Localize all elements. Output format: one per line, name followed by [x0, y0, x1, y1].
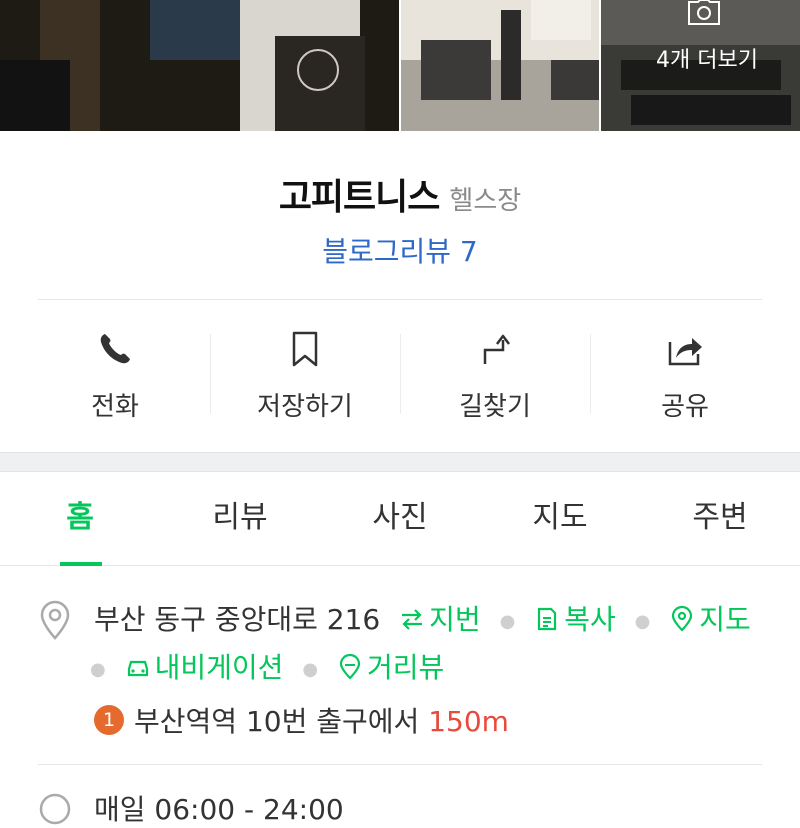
subway-distance: 150m [428, 705, 509, 738]
copy-button[interactable]: 복사 [525, 603, 624, 636]
streetview-icon [339, 654, 361, 680]
separator-dot: ● [634, 610, 651, 632]
map-button[interactable]: 지도 [660, 603, 751, 636]
address-links-row: ● 내비게이션 ● 거리뷰 [90, 646, 444, 686]
directions-label: 길찾기 [459, 392, 531, 422]
photo-strip[interactable]: 4개 더보기 [0, 0, 800, 131]
clock-icon [39, 793, 71, 825]
tab-map[interactable]: 지도 [480, 471, 640, 565]
photo-1[interactable] [0, 0, 399, 131]
separator-dot: ● [499, 610, 516, 632]
photo-2[interactable] [401, 0, 599, 131]
divider [38, 764, 762, 765]
call-label: 전화 [91, 392, 139, 422]
camera-icon [688, 0, 720, 25]
bookmark-icon [292, 331, 318, 367]
photo-3[interactable]: 4개 더보기 [601, 0, 800, 131]
tab-bar: 홈 리뷰 사진 지도 주변 [0, 471, 800, 566]
copy-icon [538, 607, 557, 631]
jibun-button[interactable]: 지번 [399, 603, 489, 636]
map-label: 지도 [699, 603, 751, 636]
separator-dot: ● [90, 658, 106, 680]
jibun-label: 지번 [429, 603, 481, 636]
place-category: 헬스장 [449, 186, 522, 216]
tab-reviews[interactable]: 리뷰 [160, 471, 320, 565]
tab-nearby[interactable]: 주변 [640, 471, 800, 565]
share-button[interactable]: 공유 [590, 300, 780, 450]
address-text: 부산 동구 중앙대로 216 [94, 603, 381, 636]
share-label: 공유 [661, 392, 709, 422]
directions-icon [483, 334, 510, 364]
directions-button[interactable]: 길찾기 [400, 300, 590, 450]
subway-station: 부산역역 [134, 705, 238, 738]
save-label: 저장하기 [257, 392, 353, 422]
tab-photos[interactable]: 사진 [320, 471, 480, 565]
photo-2-image [401, 0, 599, 131]
section-separator [0, 452, 800, 472]
map-pin-icon [672, 606, 693, 632]
streetview-button[interactable]: 거리뷰 [328, 651, 444, 684]
address-row: 부산 동구 중앙대로 216 지번 ● 복사 ● 지도 [94, 598, 751, 638]
business-hours[interactable]: 매일 06:00 - 24:00 [94, 788, 344, 828]
photo-1-image [0, 0, 399, 131]
navigation-label: 내비게이션 [154, 651, 284, 684]
subway-info: 1 부산역역 10번 출구에서 150m [94, 700, 509, 740]
car-icon [127, 660, 148, 677]
place-name: 고피트니스 [278, 177, 441, 218]
streetview-label: 거리뷰 [366, 651, 445, 684]
subway-exit: 10번 출구에서 [245, 705, 420, 738]
share-icon [668, 338, 702, 366]
save-button[interactable]: 저장하기 [210, 300, 400, 450]
action-bar: 전화 저장하기 길찾기 공유 [20, 300, 780, 450]
swap-icon [402, 609, 423, 630]
more-photos-label[interactable]: 4개 더보기 [656, 42, 758, 74]
phone-icon [100, 334, 130, 364]
subway-line-badge: 1 [94, 705, 124, 735]
tab-home[interactable]: 홈 [0, 471, 160, 566]
place-header: 고피트니스 헬스장 [0, 168, 800, 220]
copy-label: 복사 [564, 603, 616, 636]
separator-dot: ● [302, 658, 319, 680]
navigation-button[interactable]: 내비게이션 [116, 651, 293, 684]
location-pin-icon [40, 600, 70, 640]
blog-review-link[interactable]: 블로그리뷰 7 [0, 230, 800, 270]
call-button[interactable]: 전화 [20, 300, 210, 450]
